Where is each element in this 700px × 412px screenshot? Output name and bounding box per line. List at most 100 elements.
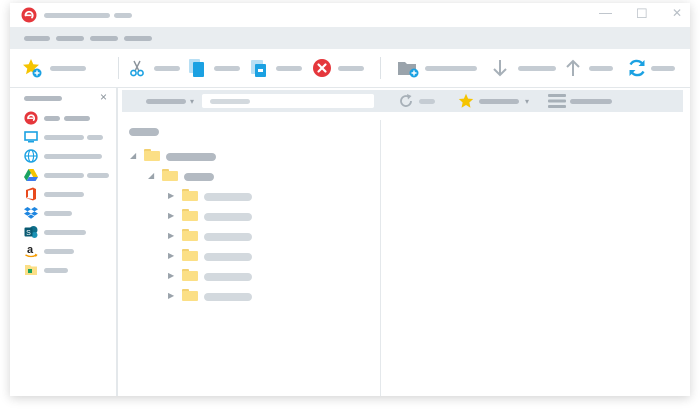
location-dropdown-label (146, 98, 186, 104)
collapsed-arrow-icon[interactable]: ▶ (168, 252, 174, 260)
sharepoint-icon: S (24, 226, 38, 238)
sidebar-close-button[interactable]: × (100, 90, 107, 104)
folder-icon (182, 249, 198, 261)
sidebar-item-google-drive[interactable] (24, 167, 114, 183)
tree-node-label (204, 233, 252, 241)
tree-node[interactable]: ▶ (168, 208, 328, 224)
paste-icon (251, 60, 266, 77)
arrow-up-icon (566, 59, 580, 76)
view-mode-button[interactable] (548, 94, 612, 108)
upload-button[interactable] (565, 49, 613, 87)
content-pane[interactable] (382, 112, 688, 396)
menu-item-2[interactable] (56, 36, 84, 41)
tree-root-label (129, 128, 159, 136)
refresh-label (419, 98, 435, 104)
sidebar-item-dropbox[interactable] (24, 205, 114, 221)
expand-arrow-icon[interactable]: ◢ (130, 152, 136, 160)
chevron-down-icon: ▾ (525, 96, 530, 106)
folder-icon (182, 229, 198, 241)
sidebar-item-label (44, 154, 102, 159)
menu-bar (10, 27, 690, 49)
tree-node-label (204, 253, 252, 261)
tree-node[interactable]: ◢ (148, 168, 328, 184)
list-view-icon (548, 94, 566, 108)
sidebar-item-computer[interactable] (24, 129, 114, 145)
app-logo-icon (24, 111, 38, 125)
collapsed-arrow-icon[interactable]: ▶ (168, 272, 174, 280)
chevron-down-icon: ▾ (190, 96, 195, 106)
copy-button[interactable] (188, 49, 240, 87)
location-dropdown[interactable]: ▾ (146, 94, 194, 108)
globe-icon (24, 149, 38, 163)
folder-icon (25, 265, 37, 275)
delete-icon (313, 59, 331, 77)
favorites-dropdown-label (479, 98, 519, 104)
favorites-dropdown[interactable]: ▾ (458, 93, 529, 109)
pane-divider[interactable] (380, 120, 381, 396)
collapsed-arrow-icon[interactable]: ▶ (168, 232, 174, 240)
new-folder-label (425, 65, 477, 71)
window-subtitle (114, 13, 132, 18)
path-input-value (210, 99, 250, 104)
toolbar-separator (118, 57, 119, 79)
copy-label (214, 65, 240, 71)
dropbox-icon (24, 207, 38, 219)
sidebar-item-folder[interactable] (24, 262, 114, 278)
sync-button[interactable] (627, 49, 675, 87)
tree-node[interactable]: ▶ (168, 268, 328, 284)
tree-node[interactable]: ▶ (168, 188, 328, 204)
sidebar-item-app[interactable] (24, 110, 114, 126)
view-mode-label (570, 98, 612, 104)
tree-node[interactable]: ▶ (168, 228, 328, 244)
collapsed-arrow-icon[interactable]: ▶ (168, 212, 174, 220)
folder-icon (162, 169, 178, 181)
svg-text:S: S (26, 230, 31, 237)
sidebar-item-label (44, 192, 84, 197)
sidebar-item-office[interactable] (24, 186, 114, 202)
star-add-icon (23, 59, 42, 78)
refresh-button[interactable] (398, 93, 435, 109)
download-button[interactable] (492, 49, 556, 87)
sidebar-item-label (87, 135, 103, 140)
menu-item-4[interactable] (124, 36, 152, 41)
sidebar-item-sharepoint[interactable]: S (24, 224, 114, 240)
tree-node[interactable]: ▶ (168, 248, 328, 264)
svg-text:a: a (27, 244, 34, 256)
folder-icon (144, 149, 160, 161)
collapsed-arrow-icon[interactable]: ▶ (168, 192, 174, 200)
favorites-button[interactable] (22, 49, 86, 87)
tree-node[interactable]: ◢ (130, 148, 330, 164)
tree-node[interactable]: ▶ (168, 288, 328, 304)
expand-arrow-icon[interactable]: ◢ (148, 172, 154, 180)
monitor-icon (24, 131, 38, 143)
new-folder-button[interactable] (397, 49, 477, 87)
sidebar-item-label (44, 268, 68, 273)
tree-node-label (184, 173, 214, 181)
sidebar-item-label (44, 116, 60, 121)
menu-item-3[interactable] (90, 36, 118, 41)
sub-toolbar: ▾ ▾ (122, 90, 683, 112)
folder-icon (182, 269, 198, 281)
delete-button[interactable] (312, 49, 364, 87)
sidebar-item-amazon[interactable]: a (24, 243, 114, 259)
close-button[interactable]: ✕ (672, 6, 682, 20)
collapsed-arrow-icon[interactable]: ▶ (168, 292, 174, 300)
refresh-icon (400, 94, 412, 107)
path-input[interactable] (202, 94, 374, 108)
delete-label (338, 65, 364, 71)
menu-item-1[interactable] (24, 36, 50, 41)
folder-icon (182, 289, 198, 301)
amazon-icon: a (25, 244, 38, 258)
minimize-button[interactable]: — (599, 5, 612, 20)
tree-node-label (204, 273, 252, 281)
maximize-button[interactable]: ☐ (636, 6, 648, 22)
cut-button[interactable] (128, 49, 180, 87)
sidebar-item-network[interactable] (24, 148, 114, 164)
sidebar-item-label (87, 173, 109, 178)
paste-label (276, 65, 302, 71)
toolbar-separator (380, 57, 381, 79)
paste-button[interactable] (250, 49, 302, 87)
copy-icon (189, 59, 204, 77)
google-drive-icon (24, 169, 38, 181)
toolbar (10, 49, 690, 88)
